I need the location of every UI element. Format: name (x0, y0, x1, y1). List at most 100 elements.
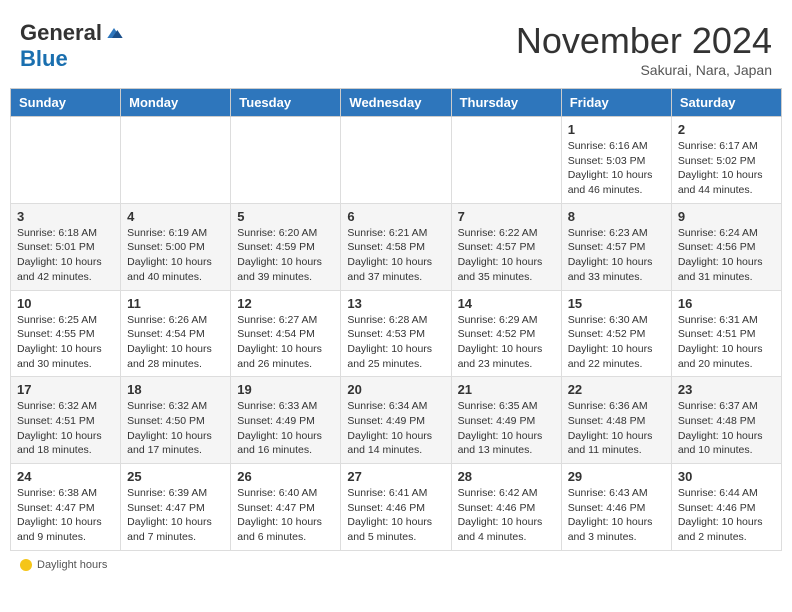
calendar-cell: 15Sunrise: 6:30 AM Sunset: 4:52 PM Dayli… (561, 290, 671, 377)
day-info: Sunrise: 6:32 AM Sunset: 4:51 PM Dayligh… (17, 399, 114, 458)
calendar-cell: 1 Sunrise: 6:16 AM Sunset: 5:03 PM Daylig… (561, 117, 671, 204)
day-number: 30 (678, 469, 775, 484)
calendar-cell: 20Sunrise: 6:34 AM Sunset: 4:49 PM Dayli… (341, 377, 451, 464)
calendar-cell: 27Sunrise: 6:41 AM Sunset: 4:46 PM Dayli… (341, 464, 451, 551)
calendar-cell: 2 Sunrise: 6:17 AM Sunset: 5:02 PM Daylig… (671, 117, 781, 204)
day-info: Sunrise: 6:44 AM Sunset: 4:46 PM Dayligh… (678, 486, 775, 545)
day-info: Sunrise: 6:38 AM Sunset: 4:47 PM Dayligh… (17, 486, 114, 545)
calendar-cell: 10Sunrise: 6:25 AM Sunset: 4:55 PM Dayli… (11, 290, 121, 377)
day-number: 6 (347, 209, 444, 224)
day-number: 24 (17, 469, 114, 484)
day-number: 29 (568, 469, 665, 484)
day-number: 26 (237, 469, 334, 484)
day-info: Sunrise: 6:36 AM Sunset: 4:48 PM Dayligh… (568, 399, 665, 458)
calendar-cell (451, 117, 561, 204)
day-info: Sunrise: 6:26 AM Sunset: 4:54 PM Dayligh… (127, 313, 224, 372)
calendar-cell: 17 Sunrise: 6:32 AM Sunset: 4:51 PM Dayli… (11, 377, 121, 464)
calendar-week-row: 17 Sunrise: 6:32 AM Sunset: 4:51 PM Dayli… (11, 377, 782, 464)
day-info: Sunrise: 6:18 AM Sunset: 5:01 PM Dayligh… (17, 226, 114, 285)
calendar-cell: 23 Sunrise: 6:37 AM Sunset: 4:48 PM Dayli… (671, 377, 781, 464)
location-text: Sakurai, Nara, Japan (516, 62, 772, 78)
day-info: Sunrise: 6:42 AM Sunset: 4:46 PM Dayligh… (458, 486, 555, 545)
calendar-header-wednesday: Wednesday (341, 89, 451, 117)
calendar-cell (11, 117, 121, 204)
day-number: 4 (127, 209, 224, 224)
day-number: 23 (678, 382, 775, 397)
day-number: 25 (127, 469, 224, 484)
month-title: November 2024 (516, 20, 772, 62)
day-number: 13 (347, 296, 444, 311)
day-info: Sunrise: 6:43 AM Sunset: 4:46 PM Dayligh… (568, 486, 665, 545)
day-info: Sunrise: 6:29 AM Sunset: 4:52 PM Dayligh… (458, 313, 555, 372)
calendar-cell: 19Sunrise: 6:33 AM Sunset: 4:49 PM Dayli… (231, 377, 341, 464)
day-info: Sunrise: 6:19 AM Sunset: 5:00 PM Dayligh… (127, 226, 224, 285)
logo-icon (104, 23, 124, 43)
calendar-cell: 25 Sunrise: 6:39 AM Sunset: 4:47 PM Dayli… (121, 464, 231, 551)
calendar-table: SundayMondayTuesdayWednesdayThursdayFrid… (10, 88, 782, 551)
calendar-cell: 16 Sunrise: 6:31 AM Sunset: 4:51 PM Dayli… (671, 290, 781, 377)
calendar-cell: 4 Sunrise: 6:19 AM Sunset: 5:00 PM Daylig… (121, 203, 231, 290)
calendar-cell: 8 Sunrise: 6:23 AM Sunset: 4:57 PM Daylig… (561, 203, 671, 290)
calendar-cell: 26Sunrise: 6:40 AM Sunset: 4:47 PM Dayli… (231, 464, 341, 551)
day-number: 2 (678, 122, 775, 137)
day-info: Sunrise: 6:32 AM Sunset: 4:50 PM Dayligh… (127, 399, 224, 458)
calendar-cell: 13 Sunrise: 6:28 AM Sunset: 4:53 PM Dayli… (341, 290, 451, 377)
day-number: 15 (568, 296, 665, 311)
day-info: Sunrise: 6:23 AM Sunset: 4:57 PM Dayligh… (568, 226, 665, 285)
day-number: 7 (458, 209, 555, 224)
day-number: 8 (568, 209, 665, 224)
day-info: Sunrise: 6:16 AM Sunset: 5:03 PM Dayligh… (568, 139, 665, 198)
calendar-cell: 3Sunrise: 6:18 AM Sunset: 5:01 PM Daylig… (11, 203, 121, 290)
day-number: 1 (568, 122, 665, 137)
day-info: Sunrise: 6:28 AM Sunset: 4:53 PM Dayligh… (347, 313, 444, 372)
calendar-cell: 18 Sunrise: 6:32 AM Sunset: 4:50 PM Dayli… (121, 377, 231, 464)
day-info: Sunrise: 6:25 AM Sunset: 4:55 PM Dayligh… (17, 313, 114, 372)
day-info: Sunrise: 6:35 AM Sunset: 4:49 PM Dayligh… (458, 399, 555, 458)
day-number: 21 (458, 382, 555, 397)
calendar-cell: 14 Sunrise: 6:29 AM Sunset: 4:52 PM Dayli… (451, 290, 561, 377)
calendar-header-thursday: Thursday (451, 89, 561, 117)
calendar-cell: 11 Sunrise: 6:26 AM Sunset: 4:54 PM Dayli… (121, 290, 231, 377)
page-header: General Blue November 2024 Sakurai, Nara… (10, 10, 782, 83)
calendar-cell: 7 Sunrise: 6:22 AM Sunset: 4:57 PM Daylig… (451, 203, 561, 290)
calendar-header-saturday: Saturday (671, 89, 781, 117)
day-info: Sunrise: 6:17 AM Sunset: 5:02 PM Dayligh… (678, 139, 775, 198)
day-number: 14 (458, 296, 555, 311)
calendar-cell (341, 117, 451, 204)
logo-general-text: General (20, 20, 102, 46)
calendar-week-row: 3Sunrise: 6:18 AM Sunset: 5:01 PM Daylig… (11, 203, 782, 290)
calendar-week-row: 1 Sunrise: 6:16 AM Sunset: 5:03 PM Daylig… (11, 117, 782, 204)
day-info: Sunrise: 6:21 AM Sunset: 4:58 PM Dayligh… (347, 226, 444, 285)
day-number: 5 (237, 209, 334, 224)
day-info: Sunrise: 6:31 AM Sunset: 4:51 PM Dayligh… (678, 313, 775, 372)
day-info: Sunrise: 6:39 AM Sunset: 4:47 PM Dayligh… (127, 486, 224, 545)
legend-daylight-icon (20, 559, 32, 571)
day-number: 16 (678, 296, 775, 311)
calendar-cell: 30 Sunrise: 6:44 AM Sunset: 4:46 PM Dayli… (671, 464, 781, 551)
calendar-cell (231, 117, 341, 204)
day-info: Sunrise: 6:37 AM Sunset: 4:48 PM Dayligh… (678, 399, 775, 458)
day-number: 18 (127, 382, 224, 397)
day-number: 19 (237, 382, 334, 397)
calendar-header-friday: Friday (561, 89, 671, 117)
day-number: 17 (17, 382, 114, 397)
day-number: 28 (458, 469, 555, 484)
calendar-week-row: 10Sunrise: 6:25 AM Sunset: 4:55 PM Dayli… (11, 290, 782, 377)
calendar-cell: 6 Sunrise: 6:21 AM Sunset: 4:58 PM Daylig… (341, 203, 451, 290)
calendar-header-row: SundayMondayTuesdayWednesdayThursdayFrid… (11, 89, 782, 117)
calendar-cell: 9Sunrise: 6:24 AM Sunset: 4:56 PM Daylig… (671, 203, 781, 290)
logo: General Blue (20, 20, 124, 72)
day-info: Sunrise: 6:20 AM Sunset: 4:59 PM Dayligh… (237, 226, 334, 285)
day-info: Sunrise: 6:22 AM Sunset: 4:57 PM Dayligh… (458, 226, 555, 285)
day-number: 22 (568, 382, 665, 397)
day-info: Sunrise: 6:24 AM Sunset: 4:56 PM Dayligh… (678, 226, 775, 285)
legend: Daylight hours (10, 551, 782, 579)
calendar-cell: 21 Sunrise: 6:35 AM Sunset: 4:49 PM Dayli… (451, 377, 561, 464)
day-number: 11 (127, 296, 224, 311)
legend-daylight: Daylight hours (20, 559, 107, 571)
logo-blue-text: Blue (20, 46, 68, 72)
day-number: 12 (237, 296, 334, 311)
title-section: November 2024 Sakurai, Nara, Japan (516, 20, 772, 78)
calendar-header-sunday: Sunday (11, 89, 121, 117)
calendar-header-tuesday: Tuesday (231, 89, 341, 117)
